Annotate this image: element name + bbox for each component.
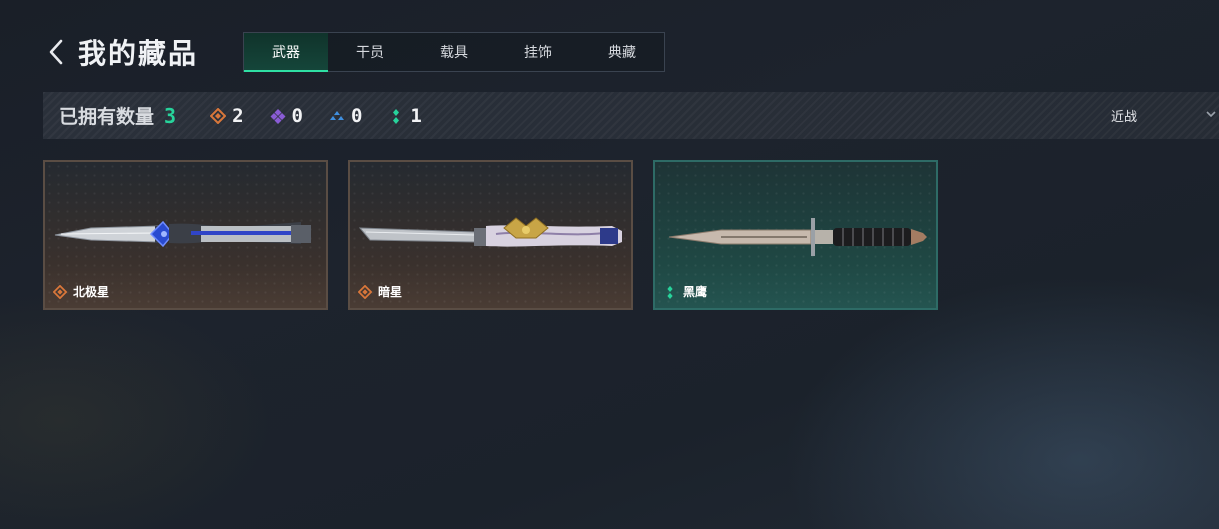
category-dropdown[interactable]: 近战 xyxy=(1089,92,1219,139)
chevron-down-icon xyxy=(1206,111,1216,118)
owned-count: 3 xyxy=(164,103,177,128)
orange-diamond-icon xyxy=(53,284,67,299)
knife-image xyxy=(54,220,311,248)
owned-label: 已拥有数量 xyxy=(59,106,155,128)
chevron-left-icon xyxy=(49,39,63,65)
weapon-card-darkstar[interactable]: 暗星 xyxy=(348,160,633,310)
item-name: 北极星 xyxy=(73,285,110,299)
rarity-stat-blue: 0 xyxy=(329,105,362,127)
rarity-stat-purple: 0 xyxy=(270,105,303,127)
blue-triangle-icon xyxy=(329,108,345,124)
rarity-count-orange: 2 xyxy=(232,104,244,127)
weapon-card-polaris[interactable]: 北极星 xyxy=(43,160,328,310)
knife-image xyxy=(668,218,927,256)
back-button[interactable] xyxy=(44,30,68,74)
tab-collection[interactable]: 典藏 xyxy=(580,33,664,71)
orange-diamond-icon xyxy=(358,284,372,299)
category-dropdown-label: 近战 xyxy=(1111,110,1138,125)
rarity-stat-orange: 2 xyxy=(210,104,244,127)
weapon-card-blackhawk[interactable]: 黑鹰 xyxy=(653,160,938,310)
card-footer: 暗星 xyxy=(358,283,402,300)
knife-image xyxy=(358,217,622,247)
rarity-count-green: 1 xyxy=(410,104,422,127)
rarity-stat-green: 1 xyxy=(388,104,422,127)
purple-diamond-icon xyxy=(270,108,286,124)
tab-charms[interactable]: 挂饰 xyxy=(496,33,580,71)
tab-weapons[interactable]: 武器 xyxy=(244,33,328,72)
header: 我的藏品 xyxy=(44,30,198,74)
green-dots-icon xyxy=(667,285,673,299)
green-dots-icon xyxy=(388,108,404,124)
orange-diamond-icon xyxy=(210,107,227,124)
rarity-count-blue: 0 xyxy=(350,104,363,127)
rarity-count-purple: 0 xyxy=(291,104,303,127)
tab-operators[interactable]: 干员 xyxy=(328,33,412,71)
item-name: 暗星 xyxy=(378,285,403,299)
card-footer: 黑鹰 xyxy=(663,283,707,300)
summary-bar: 已拥有数量 3 2 0 0 1 近战 xyxy=(43,92,1219,139)
page-title: 我的藏品 xyxy=(78,37,199,70)
item-name: 黑鹰 xyxy=(683,285,708,299)
category-tabs: 武器 干员 载具 挂饰 典藏 xyxy=(243,32,665,72)
card-footer: 北极星 xyxy=(53,283,109,300)
tab-vehicles[interactable]: 载具 xyxy=(412,33,496,71)
